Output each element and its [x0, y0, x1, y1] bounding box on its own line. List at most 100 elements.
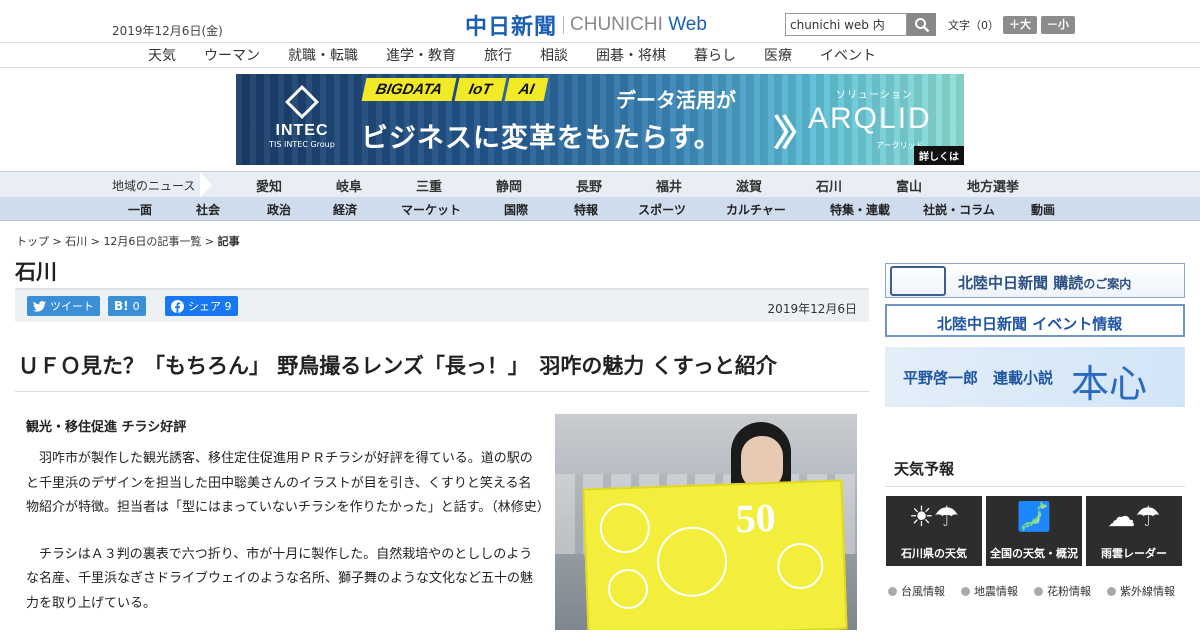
- intec-logo-icon: [285, 85, 319, 119]
- weather-tile-radar[interactable]: ☁☂ 雨雲レーダー: [1086, 496, 1182, 566]
- article-photo[interactable]: 50: [555, 414, 857, 630]
- main-nav-item[interactable]: 医療: [750, 45, 806, 65]
- rain-cloud-icon: ☁☂: [1107, 500, 1161, 533]
- weather-tile-ishikawa[interactable]: ☀☂ 石川県の天気: [886, 496, 982, 566]
- facebook-share-button[interactable]: シェア 9: [165, 296, 238, 316]
- region-item[interactable]: 長野: [549, 176, 629, 195]
- site-search: [785, 13, 936, 36]
- region-item[interactable]: 三重: [389, 176, 469, 195]
- hatena-count: 0: [132, 299, 140, 313]
- region-item[interactable]: 福井: [629, 176, 709, 195]
- section-item[interactable]: 動画: [1012, 201, 1074, 218]
- facebook-share-count: 9: [224, 299, 232, 313]
- logo-jp: 中日新聞: [465, 14, 558, 40]
- weather-heading: 天気予報: [894, 460, 955, 478]
- main-nav-item[interactable]: 囲碁・将棋: [582, 45, 680, 65]
- main-nav-item[interactable]: 就職・転職: [274, 45, 372, 65]
- main-nav: 天気 ウーマン 就職・転職 進学・教育 旅行 相談 囲碁・将棋 暮らし 医療 イ…: [0, 42, 1200, 68]
- hatena-b-icon: B!: [114, 299, 129, 313]
- article-lede: 観光・移住促進 チラシ好評: [26, 420, 187, 435]
- weather-link-label: 台風情報: [901, 585, 945, 598]
- article-body: 羽咋市が製作した観光誘客、移住定住促進用ＰＲチラシが好評を得ている。道の駅のと千…: [26, 447, 550, 638]
- header-date: 2019年12月6日(金): [112, 24, 223, 38]
- newspaper-icon: [890, 266, 946, 296]
- subscription-ad-small: のご案内: [1083, 277, 1132, 291]
- section-item[interactable]: 社説・コラム: [906, 201, 1012, 218]
- flyer-circle: [655, 525, 729, 599]
- banner-brand-sub: TIS INTEC Group: [269, 140, 335, 149]
- weather-tile-label: 雨雲レーダー: [1101, 547, 1167, 560]
- banner-brand-name: INTEC: [275, 122, 329, 139]
- tweet-button[interactable]: ツイート: [27, 296, 100, 316]
- section-item[interactable]: 国際: [486, 201, 546, 218]
- weather-link-label: 花粉情報: [1047, 585, 1091, 598]
- region-item[interactable]: 静岡: [469, 176, 549, 195]
- flyer-number: 50: [734, 494, 777, 542]
- section-item[interactable]: 社会: [172, 201, 244, 218]
- novel-ad[interactable]: 平野啓一郎 連載小説 本心: [885, 347, 1185, 407]
- subscription-ad[interactable]: 北陸中日新聞 購読のご案内: [885, 263, 1185, 298]
- weather-link-label: 地震情報: [974, 585, 1018, 598]
- hatena-bookmark-button[interactable]: B! 0: [108, 296, 146, 316]
- weather-link-label: 紫外線情報: [1120, 585, 1175, 598]
- flyer-circle: [607, 568, 649, 610]
- event-info-ad[interactable]: 北陸中日新聞 イベント情報: [885, 304, 1185, 337]
- facebook-share-label: シェア: [188, 300, 221, 313]
- breadcrumb-current: 記事: [217, 235, 240, 248]
- main-nav-item[interactable]: 相談: [526, 45, 582, 65]
- region-item[interactable]: 地方選挙: [949, 176, 1037, 195]
- region-item[interactable]: 石川: [789, 176, 869, 195]
- main-nav-item[interactable]: 天気: [134, 45, 190, 65]
- breadcrumb: トップ > 石川 > 12月6日の記事一覧 > 記事: [16, 233, 240, 249]
- headline-divider: [15, 391, 869, 392]
- main-nav-item[interactable]: ウーマン: [190, 45, 274, 65]
- site-logo[interactable]: 中日新聞 CHUNICHI Web: [465, 9, 707, 41]
- banner-tag: AI: [504, 78, 549, 101]
- logo-en-2: Web: [668, 14, 707, 35]
- weather-link[interactable]: 花粉情報: [1034, 583, 1099, 599]
- banner-more-button[interactable]: 詳しくは: [914, 146, 964, 165]
- weather-links: 台風情報 地震情報 花粉情報 紫外線情報: [888, 583, 1191, 599]
- top-header: 2019年12月6日(金) 中日新聞 CHUNICHI Web 文字（0） ＋大…: [0, 0, 1200, 43]
- section-item[interactable]: 政治: [244, 201, 314, 218]
- region-item[interactable]: 滋賀: [709, 176, 789, 195]
- region-item[interactable]: 愛知: [229, 176, 309, 195]
- region-nav-arrow: [200, 172, 212, 198]
- section-item[interactable]: カルチャー: [698, 201, 814, 218]
- twitter-bird-icon: [33, 300, 46, 312]
- weather-link[interactable]: 地震情報: [961, 583, 1026, 599]
- region-item[interactable]: 富山: [869, 176, 949, 195]
- search-button[interactable]: [907, 13, 936, 36]
- weather-link[interactable]: 紫外線情報: [1107, 583, 1183, 599]
- main-nav-item[interactable]: 暮らし: [680, 45, 750, 65]
- breadcrumb-top[interactable]: トップ: [16, 235, 49, 248]
- main-nav-item[interactable]: イベント: [806, 45, 890, 65]
- breadcrumb-list[interactable]: 12月6日の記事一覧: [103, 235, 201, 248]
- banner-copy-1: データ活用が: [616, 88, 736, 112]
- region-item[interactable]: 岐阜: [309, 176, 389, 195]
- weather-tile-label: 石川県の天気: [901, 547, 967, 560]
- weather-link[interactable]: 台風情報: [888, 583, 953, 599]
- section-item[interactable]: 経済: [314, 201, 376, 218]
- novel-ad-author: 平野啓一郎 連載小説: [903, 369, 1054, 387]
- main-nav-item[interactable]: 進学・教育: [372, 45, 470, 65]
- search-input[interactable]: [785, 13, 907, 36]
- section-item[interactable]: マーケット: [376, 201, 486, 218]
- font-smaller-button[interactable]: －小: [1041, 16, 1075, 34]
- section-item[interactable]: スポーツ: [626, 201, 698, 218]
- section-item[interactable]: 特報: [546, 201, 626, 218]
- banner-ad[interactable]: INTEC TIS INTEC Group BIGDATA IoT AI データ…: [236, 74, 964, 165]
- article-date: 2019年12月6日: [767, 302, 857, 316]
- section-title: 石川: [15, 260, 57, 284]
- main-nav-item[interactable]: 旅行: [470, 45, 526, 65]
- banner-product: ARQLID: [808, 102, 932, 135]
- font-larger-button[interactable]: ＋大: [1003, 16, 1037, 34]
- breadcrumb-sep: >: [201, 235, 218, 248]
- breadcrumb-region[interactable]: 石川: [65, 235, 87, 248]
- chevron-right-icon: 〉〉: [773, 113, 817, 154]
- section-item[interactable]: 特集・連載: [814, 201, 906, 218]
- section-item[interactable]: 一面: [108, 201, 172, 218]
- logo-en-1: CHUNICHI: [570, 14, 663, 35]
- font-size-control: 文字（0） ＋大 －小: [948, 16, 1075, 34]
- weather-tile-national[interactable]: 🗾 全国の天気・概況: [986, 496, 1082, 566]
